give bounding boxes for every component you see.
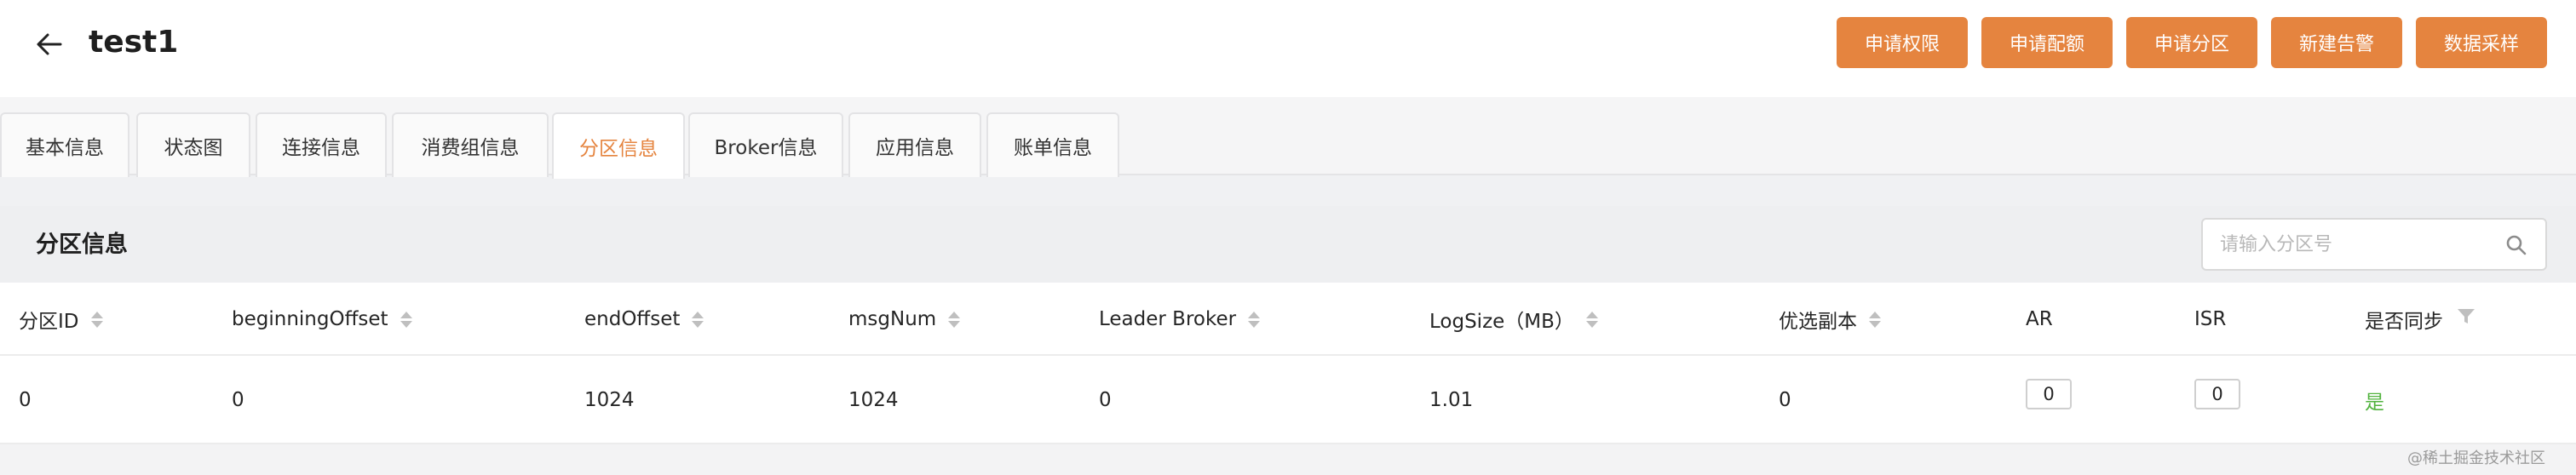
ar-tag[interactable]: 0 <box>2026 379 2072 409</box>
data-sampling-button[interactable]: 数据采样 <box>2416 17 2547 68</box>
apply-permission-button[interactable]: 申请权限 <box>1837 17 1968 68</box>
table-header: 分区ID beginningOffset endOffset msgNum Le… <box>0 283 2576 356</box>
table-row: 0 0 1024 1024 0 1.01 0 0 0 是 <box>0 356 2576 444</box>
column-label: AR <box>2026 308 2053 330</box>
column-partition-id[interactable]: 分区ID <box>19 283 103 356</box>
cell-msg-num: 1024 <box>848 389 899 411</box>
cell-preferred-replica: 0 <box>1779 389 1791 411</box>
column-isr: ISR <box>2194 283 2226 356</box>
apply-partition-button[interactable]: 申请分区 <box>2126 17 2257 68</box>
watermark: @稀土掘金技术社区 <box>2407 449 2545 467</box>
pagination-strip <box>0 444 2576 475</box>
page-header: test1 申请权限 申请配额 申请分区 新建告警 数据采样 <box>0 0 2576 97</box>
column-log-size[interactable]: LogSize（MB） <box>1429 283 1598 356</box>
partition-search-input[interactable] <box>2220 228 2493 260</box>
sort-icon[interactable] <box>400 311 412 328</box>
column-label: Leader Broker <box>1099 308 1237 330</box>
column-in-sync[interactable]: 是否同步 <box>2365 283 2475 356</box>
apply-quota-button[interactable]: 申请配额 <box>1981 17 2113 68</box>
cell-partition-id: 0 <box>19 389 32 411</box>
sort-icon[interactable] <box>692 311 704 328</box>
column-beginning-offset[interactable]: beginningOffset <box>232 283 412 356</box>
cell-leader-broker: 0 <box>1099 389 1112 411</box>
new-alert-button[interactable]: 新建告警 <box>2271 17 2402 68</box>
tab-partition-info[interactable]: 分区信息 <box>552 112 685 179</box>
partition-panel: 分区信息 分区ID beginningOffset endOffset msgN… <box>0 206 2576 475</box>
cell-log-size: 1.01 <box>1429 389 1474 411</box>
tab-status-chart[interactable]: 状态图 <box>136 112 250 177</box>
column-label: 优选副本 <box>1779 311 1857 333</box>
sort-icon[interactable] <box>1248 311 1261 328</box>
cell-isr: 0 <box>2194 356 2240 444</box>
column-label: 是否同步 <box>2365 311 2443 333</box>
column-label: LogSize（MB） <box>1429 311 1574 333</box>
cell-in-sync: 是 <box>2365 392 2384 414</box>
header-actions: 申请权限 申请配额 申请分区 新建告警 数据采样 <box>1837 17 2547 68</box>
column-end-offset[interactable]: endOffset <box>584 283 704 356</box>
sort-icon[interactable] <box>1869 311 1881 328</box>
column-label: ISR <box>2194 308 2227 330</box>
cell-beginning-offset: 0 <box>232 389 244 411</box>
column-label: beginningOffset <box>232 308 388 330</box>
cell-ar: 0 <box>2026 356 2072 444</box>
column-preferred-replica[interactable]: 优选副本 <box>1779 283 1881 356</box>
search-icon[interactable] <box>2504 233 2528 257</box>
tab-broker-info[interactable]: Broker信息 <box>688 112 843 177</box>
tab-connection-info[interactable]: 连接信息 <box>256 112 387 177</box>
tab-billing-info[interactable]: 账单信息 <box>986 112 1119 177</box>
panel-title: 分区信息 <box>36 232 128 258</box>
column-label: endOffset <box>584 308 681 330</box>
panel-header: 分区信息 <box>0 206 2576 283</box>
tab-basic-info[interactable]: 基本信息 <box>0 112 129 177</box>
isr-tag[interactable]: 0 <box>2194 379 2240 409</box>
tab-bar: 基本信息 状态图 连接信息 消费组信息 分区信息 Broker信息 应用信息 账… <box>0 97 2576 179</box>
tab-app-info[interactable]: 应用信息 <box>848 112 981 177</box>
filter-icon[interactable] <box>2457 308 2475 330</box>
page-title: test1 <box>89 25 179 60</box>
sort-icon[interactable] <box>948 311 961 328</box>
sort-icon[interactable] <box>1585 311 1598 328</box>
cell-end-offset: 1024 <box>584 389 635 411</box>
sort-icon[interactable] <box>90 311 103 328</box>
column-label: 分区ID <box>19 311 79 333</box>
column-msg-num[interactable]: msgNum <box>848 283 961 356</box>
tab-consumer-group-info[interactable]: 消费组信息 <box>392 112 549 177</box>
partition-search <box>2201 218 2547 271</box>
column-leader-broker[interactable]: Leader Broker <box>1099 283 1261 356</box>
column-ar: AR <box>2026 283 2053 356</box>
back-arrow-icon[interactable] <box>31 26 68 63</box>
column-label: msgNum <box>848 308 937 330</box>
